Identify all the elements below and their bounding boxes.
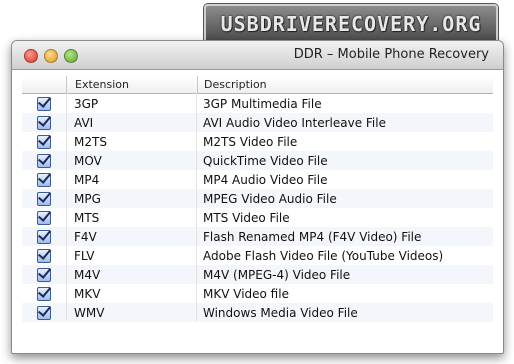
checkbox[interactable] bbox=[37, 172, 51, 187]
table-row[interactable]: MTS MTS Video File bbox=[22, 208, 493, 227]
checkbox[interactable] bbox=[37, 210, 51, 225]
description-cell: QuickTime Video File bbox=[203, 153, 328, 168]
table-row[interactable]: M2TS M2TS Video File bbox=[22, 132, 493, 151]
row-checkbox-cell bbox=[22, 172, 66, 187]
checkbox[interactable] bbox=[37, 229, 51, 244]
watermark-banner: USBDRIVERECOVERY.ORG bbox=[204, 4, 498, 44]
table-row[interactable]: WMV Windows Media Video File bbox=[22, 303, 493, 322]
app-window: DDR – Mobile Phone Recovery Extension De… bbox=[11, 40, 504, 354]
table-body: 3GP 3GP Multimedia File AVI AVI Audio Video… bbox=[22, 94, 493, 322]
description-cell: MP4 Audio Video File bbox=[203, 172, 328, 187]
extension-cell: WMV bbox=[74, 305, 105, 320]
row-checkbox-cell bbox=[22, 191, 66, 206]
row-checkbox-cell bbox=[22, 210, 66, 225]
description-cell: M2TS Video File bbox=[203, 134, 298, 149]
window-title: DDR – Mobile Phone Recovery bbox=[293, 47, 489, 62]
table-row[interactable]: MPG MPEG Video Audio File bbox=[22, 189, 493, 208]
column-divider bbox=[196, 93, 197, 321]
table-row[interactable]: MOV QuickTime Video File bbox=[22, 151, 493, 170]
title-bar: DDR – Mobile Phone Recovery bbox=[12, 41, 503, 70]
checkbox[interactable] bbox=[37, 153, 51, 168]
table-row[interactable]: AVI AVI Audio Video Interleave File bbox=[22, 113, 493, 132]
checkbox[interactable] bbox=[37, 267, 51, 282]
extension-cell: MOV bbox=[74, 153, 102, 168]
description-cell: Adobe Flash Video File (YouTube Videos) bbox=[203, 248, 444, 263]
row-checkbox-cell bbox=[22, 229, 66, 244]
row-checkbox-cell bbox=[22, 267, 66, 282]
column-divider bbox=[66, 93, 67, 321]
extension-cell: F4V bbox=[74, 229, 97, 244]
row-checkbox-cell bbox=[22, 134, 66, 149]
description-cell: Windows Media Video File bbox=[203, 305, 358, 320]
extension-cell: MTS bbox=[74, 210, 100, 225]
banner-text: USBDRIVERECOVERY.ORG bbox=[220, 12, 482, 36]
checkbox[interactable] bbox=[37, 115, 51, 130]
row-checkbox-cell bbox=[22, 153, 66, 168]
table-row[interactable]: MKV MKV Video file bbox=[22, 284, 493, 303]
header-checkbox-column[interactable] bbox=[22, 76, 67, 93]
file-type-table: Extension Description 3GP 3GP Multimedia … bbox=[22, 76, 493, 322]
row-checkbox-cell bbox=[22, 305, 66, 320]
close-button[interactable] bbox=[24, 49, 38, 63]
table-row[interactable]: F4V Flash Renamed MP4 (F4V Video) File bbox=[22, 227, 493, 246]
description-cell: AVI Audio Video Interleave File bbox=[203, 115, 386, 130]
extension-cell: MPG bbox=[74, 191, 101, 206]
minimize-button[interactable] bbox=[44, 49, 58, 63]
checkbox[interactable] bbox=[37, 248, 51, 263]
description-cell: Flash Renamed MP4 (F4V Video) File bbox=[203, 229, 422, 244]
extension-cell: MP4 bbox=[74, 172, 100, 187]
table-header: Extension Description bbox=[22, 76, 493, 94]
table-row[interactable]: 3GP 3GP Multimedia File bbox=[22, 94, 493, 113]
checkbox[interactable] bbox=[37, 191, 51, 206]
checkbox[interactable] bbox=[37, 305, 51, 320]
description-cell: MTS Video File bbox=[203, 210, 290, 225]
extension-cell: M2TS bbox=[74, 134, 107, 149]
row-checkbox-cell bbox=[22, 286, 66, 301]
description-cell: MKV Video file bbox=[203, 286, 289, 301]
row-checkbox-cell bbox=[22, 96, 66, 111]
table-row[interactable]: M4V M4V (MPEG-4) Video File bbox=[22, 265, 493, 284]
description-cell: MPEG Video Audio File bbox=[203, 191, 337, 206]
extension-cell: 3GP bbox=[74, 96, 99, 111]
table-row[interactable]: MP4 MP4 Audio Video File bbox=[22, 170, 493, 189]
header-description[interactable]: Description bbox=[198, 76, 493, 93]
checkbox[interactable] bbox=[37, 134, 51, 149]
table-row[interactable]: FLV Adobe Flash Video File (YouTube Video… bbox=[22, 246, 493, 265]
extension-cell: M4V bbox=[74, 267, 101, 282]
description-cell: 3GP Multimedia File bbox=[203, 96, 322, 111]
header-extension[interactable]: Extension bbox=[67, 76, 198, 93]
row-checkbox-cell bbox=[22, 248, 66, 263]
zoom-button[interactable] bbox=[64, 49, 78, 63]
row-checkbox-cell bbox=[22, 115, 66, 130]
description-cell: M4V (MPEG-4) Video File bbox=[203, 267, 351, 282]
extension-cell: FLV bbox=[74, 248, 95, 263]
extension-cell: MKV bbox=[74, 286, 101, 301]
checkbox[interactable] bbox=[37, 96, 51, 111]
extension-cell: AVI bbox=[74, 115, 94, 130]
checkbox[interactable] bbox=[37, 286, 51, 301]
